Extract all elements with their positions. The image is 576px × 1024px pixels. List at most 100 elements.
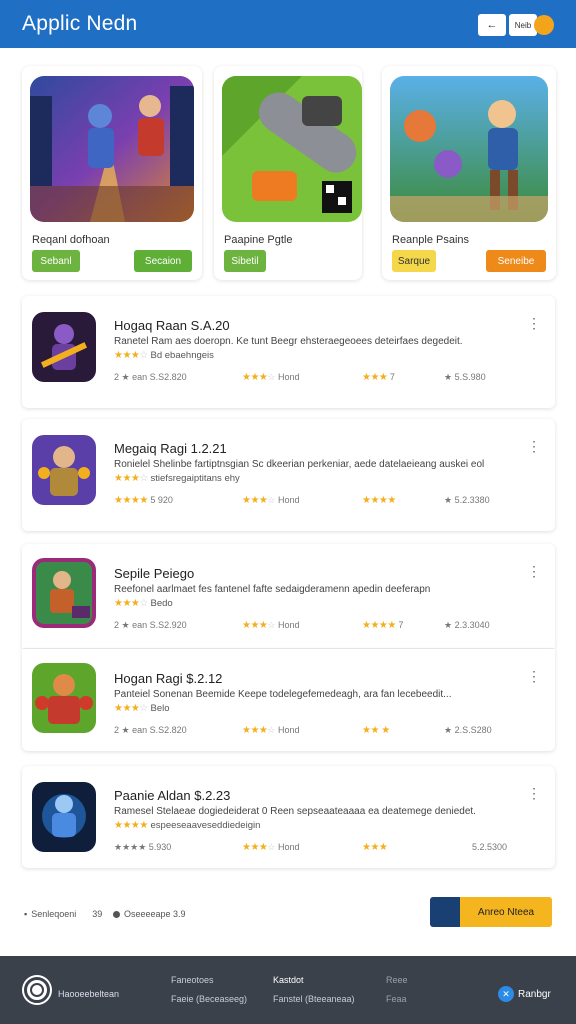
meta-label: Hond (277, 495, 300, 505)
meta-label: 7 (389, 372, 395, 382)
star-rating: ★★★★ (114, 820, 148, 831)
star-rating: ★★★☆ (114, 703, 148, 714)
featured-3-right-button[interactable]: Seneibe (486, 250, 546, 272)
more-options-icon[interactable]: ⋮ (527, 564, 541, 578)
meta-label: Hond (277, 842, 300, 852)
action-button-label: Anreo Nteea (460, 897, 552, 927)
brawler-icon (32, 663, 96, 733)
game-list-item-4[interactable]: Hogan Ragi $.2.12 Panteiel Sonenan Beemi… (22, 649, 555, 751)
game-description: Ramesel Stelaeae dogiedeiderat 0 Reen se… (114, 806, 476, 817)
meta-rating-3: ★★★ (362, 842, 388, 853)
game-list-item-3[interactable]: Sepile Peiego Reefonel aarlmaet fes fant… (22, 544, 555, 648)
game-title: Paanie Aldan $.2.23 (114, 788, 231, 803)
featured-image-2[interactable] (222, 76, 362, 222)
rating-text: espeeseaaveseddiedeigin (150, 820, 261, 831)
list-icon: ▪ (24, 909, 28, 919)
game-description: Panteiel Sonenan Beemide Keepe todelegef… (114, 689, 452, 700)
footer-link-6[interactable]: Feaa (386, 994, 407, 1004)
meta-rating-2: ★★★☆ Hond (242, 842, 300, 853)
footer-link-5[interactable]: Reee (386, 975, 408, 985)
rating-text: Bd ebaehngeis (150, 350, 214, 361)
meta-score: ★ 2.3.3040 (444, 620, 490, 630)
action-button-accent (430, 897, 460, 927)
summary-left: ▪ Senleqoeni 39 (24, 909, 102, 919)
meta-score: ★ 2.S.S280 (444, 725, 492, 735)
game-rating-row: ★★★☆ Bedo (114, 598, 173, 609)
meta-score: 5.2.5300 (472, 842, 508, 852)
featured-3-left-button[interactable]: Sarque (392, 250, 436, 272)
rating-text: Belo (150, 703, 170, 714)
meta-rating-2: ★★★☆ Hond (242, 725, 300, 736)
featured-card-3[interactable]: Reanple Psains Sarque Seneibe (382, 66, 556, 280)
game-icon-1[interactable] (32, 312, 96, 382)
game-list-item-5[interactable]: Paanie Aldan $.2.23 Ramesel Stelaeae dog… (22, 766, 555, 868)
meta-score: ★ 5.2.3380 (444, 495, 490, 505)
meta-rating-2: ★★★☆ Hond (242, 495, 300, 506)
back-button[interactable]: ← (478, 14, 506, 36)
meta-rating-2: ★★★☆ Hond (242, 620, 300, 631)
game-title: Hogaq Raan S.A.20 (114, 318, 230, 333)
footer-link-4[interactable]: Fanstel (Bteeaneaa) (273, 994, 355, 1004)
game-list-item-1[interactable]: Hogaq Raan S.A.20 Ranetel Ram aes doerop… (22, 296, 555, 408)
warrior-icon (32, 312, 96, 382)
blaster-art (222, 76, 362, 222)
more-options-icon[interactable]: ⋮ (527, 786, 541, 800)
meta-label: Hond (277, 725, 300, 735)
footer-brand: Haooeebeltean (58, 989, 120, 999)
help-icon: ✕ (498, 986, 514, 1002)
featured-1-left-button[interactable]: Sebanl (32, 250, 80, 272)
footer-link-3[interactable]: Kastdot (273, 975, 304, 985)
star-rating: ★★★☆ (114, 598, 148, 609)
footer-link-1[interactable]: Faneotoes (171, 975, 214, 985)
more-options-icon[interactable]: ⋮ (527, 439, 541, 453)
featured-1-right-button[interactable]: Secaion (134, 250, 192, 272)
summary-left-count: 39 (92, 909, 103, 919)
soldier-icon (32, 435, 96, 505)
ranger-icon (32, 558, 96, 628)
summary-mid: Oseeeeape 3.9 (113, 909, 186, 919)
game-list-item-2[interactable]: Megaiq Ragi 1.2.21 Ronielel Shelinbe far… (22, 419, 555, 531)
meta-score: ★ 5.S.980 (444, 372, 486, 382)
featured-card-1[interactable]: Reqanl dofhoan Sebanl Secaion (22, 66, 202, 280)
featured-2-left-button[interactable]: Sibetil (224, 250, 266, 272)
footer-logo-icon[interactable] (24, 977, 50, 1003)
featured-title-1: Reqanl dofhoan (32, 234, 110, 246)
header-label-button[interactable]: Neib (509, 14, 537, 36)
game-description: Reefonel aarlmaet fes fantenel fafte sed… (114, 584, 431, 595)
hero-battle-art (30, 76, 194, 222)
featured-title-2: Paapine Pgtle (224, 234, 293, 246)
game-icon-3[interactable] (32, 558, 96, 628)
meta-downloads: 2 ★ ean S.S2.820 (114, 725, 187, 735)
game-icon-4[interactable] (32, 663, 96, 733)
meta-rating-3: ★★★ 7 (362, 372, 395, 383)
app-title: Applic Nedn (22, 12, 138, 35)
game-rating-row: ★★★★ espeeseaaveseddiedeigin (114, 820, 260, 831)
star-rating: ★★★☆ (114, 350, 148, 361)
featured-image-1[interactable] (30, 76, 194, 222)
action-button[interactable]: Anreo Nteea (430, 897, 552, 927)
game-icon-2[interactable] (32, 435, 96, 505)
meta-downloads: 2 ★ ean S.S2.820 (114, 372, 187, 382)
meta-label: 7 (398, 620, 404, 630)
help-button[interactable]: ✕ Ranbgr (498, 986, 551, 1002)
summary-mid-text: Oseeeeape 3.9 (124, 909, 186, 919)
coin-icon[interactable] (534, 15, 554, 35)
featured-image-3[interactable] (390, 76, 548, 222)
footer-link-2[interactable]: Faeie (Beceaseeg) (171, 994, 247, 1004)
hero-fight-art (390, 76, 548, 222)
featured-title-3: Reanple Psains (392, 234, 470, 246)
more-options-icon[interactable]: ⋮ (527, 316, 541, 330)
meta-downloads: 2 ★ ean S.S2.920 (114, 620, 187, 630)
game-rating-row: ★★★☆ Belo (114, 703, 170, 714)
meta-rating-2: ★★★☆ Hond (242, 372, 300, 383)
rating-text: Bedo (150, 598, 173, 609)
game-rating-row: ★★★☆ stiefsregaiptitans ehy (114, 473, 240, 484)
more-options-icon[interactable]: ⋮ (527, 669, 541, 683)
status-dot-icon (113, 910, 120, 918)
app-header: Applic Nedn ← Neib (0, 0, 576, 48)
game-icon-5[interactable] (32, 782, 96, 852)
game-description: Ranetel Ram aes doeropn. Ke tunt Beegr e… (114, 336, 463, 347)
footer: Haooeebeltean Faneotoes Faeie (Beceaseeg… (0, 956, 576, 1024)
game-title: Sepile Peiego (114, 566, 195, 581)
featured-card-2[interactable]: Paapine Pgtle Sibetil (214, 66, 362, 280)
